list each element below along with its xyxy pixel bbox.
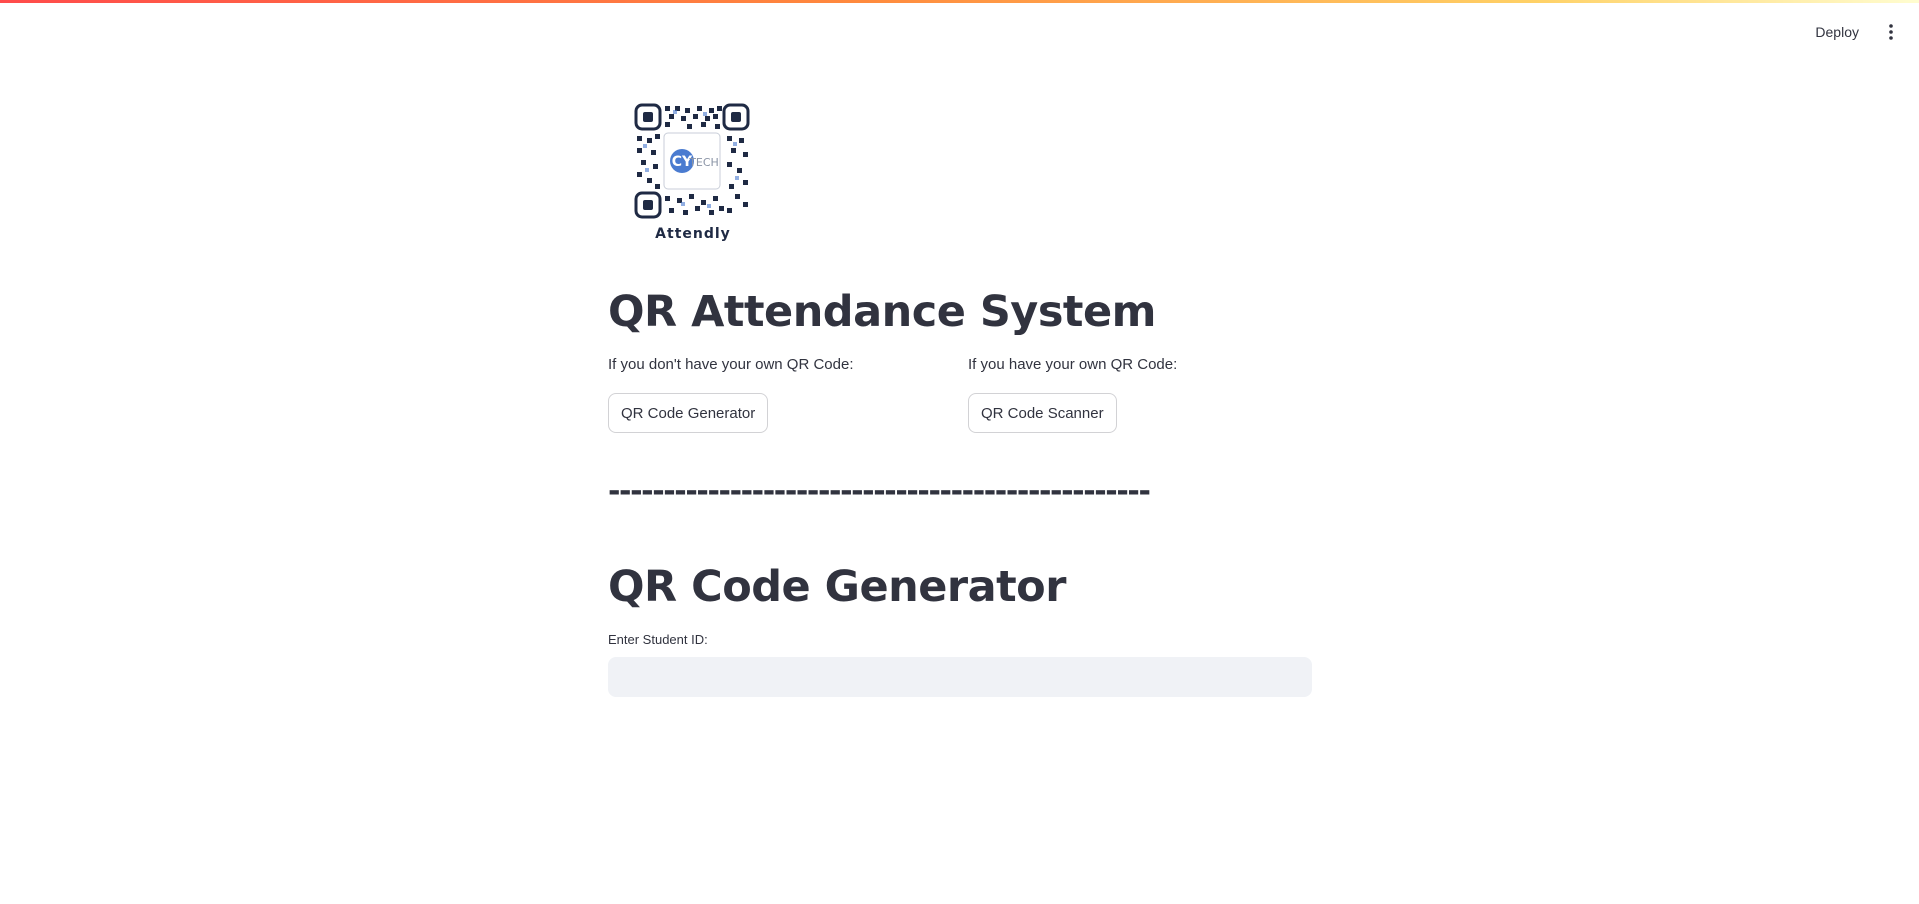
page-title: QR Attendance System: [608, 287, 1156, 337]
top-toolbar: Deploy: [1811, 18, 1901, 46]
student-id-label: Enter Student ID:: [608, 632, 708, 647]
dashed-divider: ----------------------------------------…: [608, 474, 1151, 509]
top-decoration-bar: [0, 0, 1919, 3]
student-id-input[interactable]: [608, 657, 1312, 697]
deploy-button[interactable]: Deploy: [1811, 18, 1863, 46]
qr-code-scanner-button[interactable]: QR Code Scanner: [968, 393, 1117, 433]
kebab-menu-icon: [1889, 24, 1893, 40]
main-menu-button[interactable]: [1881, 18, 1901, 46]
right-column: If you have your own QR Code: QR Code Sc…: [968, 356, 1177, 433]
logo-center-text: TECH: [688, 156, 719, 169]
has-qr-code-label: If you have your own QR Code:: [968, 356, 1178, 373]
qr-code-generator-button[interactable]: QR Code Generator: [608, 393, 769, 433]
no-qr-code-label: If you don't have your own QR Code:: [608, 356, 854, 373]
left-column: If you don't have your own QR Code: QR C…: [608, 356, 854, 433]
attendly-logo: CY TECH Attendly: [623, 102, 763, 248]
generator-section-title: QR Code Generator: [608, 562, 1066, 612]
qr-code-logo: CY TECH: [634, 102, 750, 220]
logo-caption: Attendly: [655, 226, 731, 242]
